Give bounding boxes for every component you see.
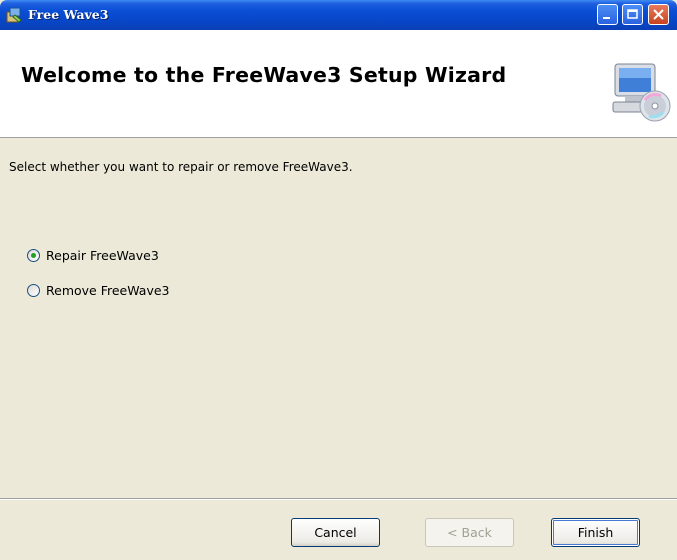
installer-icon <box>6 6 24 24</box>
maximize-button[interactable] <box>622 4 643 25</box>
finish-button[interactable]: Finish <box>551 518 640 547</box>
minimize-button[interactable] <box>597 4 618 25</box>
back-button[interactable]: < Back <box>425 518 514 547</box>
repair-radio[interactable] <box>27 248 40 262</box>
radio-selected-dot <box>31 252 36 258</box>
window-title: Free Wave3 <box>28 7 109 22</box>
repair-option[interactable]: Repair FreeWave3 <box>27 246 159 264</box>
remove-option[interactable]: Remove FreeWave3 <box>27 281 170 299</box>
computer-cd-icon <box>609 60 671 124</box>
close-icon <box>653 9 664 20</box>
close-button[interactable] <box>648 4 669 25</box>
footer-divider <box>0 498 677 500</box>
title-bar[interactable]: Free Wave3 <box>0 0 677 30</box>
remove-radio[interactable] <box>27 283 40 297</box>
instruction-text: Select whether you want to repair or rem… <box>9 160 353 174</box>
repair-label[interactable]: Repair FreeWave3 <box>46 248 159 263</box>
maximize-icon <box>627 9 638 19</box>
wizard-title: Welcome to the FreeWave3 Setup Wizard <box>21 63 507 87</box>
remove-label[interactable]: Remove FreeWave3 <box>46 283 170 298</box>
minimize-icon <box>603 17 610 19</box>
wizard-header: Welcome to the FreeWave3 Setup Wizard <box>0 30 677 138</box>
cancel-button[interactable]: Cancel <box>291 518 380 547</box>
